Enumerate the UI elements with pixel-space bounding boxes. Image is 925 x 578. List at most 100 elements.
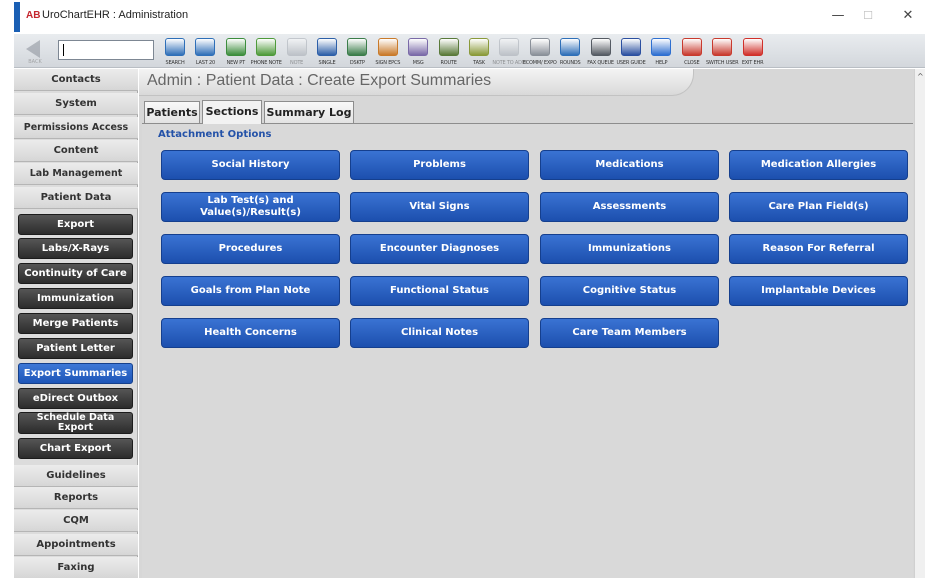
text-caret <box>63 44 64 56</box>
sidebar-subitem-chart-export[interactable]: Chart Export <box>18 438 133 459</box>
maximize-button[interactable]: ☐ <box>858 7 878 25</box>
option-procedures-button[interactable]: Procedures <box>161 234 340 264</box>
tab-patients[interactable]: Patients <box>144 101 200 123</box>
rounds-icon <box>560 38 581 56</box>
option-social-history-button[interactable]: Social History <box>161 150 340 180</box>
toolbar-button-label: LAST 20 <box>195 60 215 66</box>
option-medications-button[interactable]: Medications <box>540 150 719 180</box>
toolbar-route-button[interactable]: ROUTE <box>434 36 464 66</box>
sidebar-item-lab-management[interactable]: Lab Management <box>14 163 138 185</box>
title-accent-bar <box>14 2 20 32</box>
sidebar-item-system[interactable]: System <box>14 93 138 115</box>
sidebar-subitem-patient-letter[interactable]: Patient Letter <box>18 338 133 359</box>
toolbar-user-guide-button[interactable]: USER GUIDE <box>616 36 646 66</box>
toolbar-ecomm-export-button[interactable]: ECOMM/ EXPORT <box>523 36 557 66</box>
toolbar-button-label: PHONE NOTE <box>250 60 282 66</box>
option-reason-for-referral-button[interactable]: Reason For Referral <box>729 234 908 264</box>
patient-search-input[interactable] <box>58 40 154 60</box>
back-label: BACK <box>28 59 42 65</box>
sidebar-subitem-merge-patients[interactable]: Merge Patients <box>18 313 133 334</box>
option-implantable-devices-button[interactable]: Implantable Devices <box>729 276 908 306</box>
sidebar-subitem-edirect-outbox[interactable]: eDirect Outbox <box>18 388 133 409</box>
new-patient-icon <box>225 38 246 56</box>
sidebar-item-guidelines[interactable]: Guidelines <box>14 465 138 487</box>
admin-sidebar: Contacts System Permissions Access Content L… <box>14 69 138 578</box>
sidebar-item-patient-data[interactable]: Patient Data <box>14 187 138 209</box>
toolbar-button-label: ROUNDS <box>559 60 581 66</box>
close-window-button[interactable]: ✕ <box>898 7 918 25</box>
option-lab-test-s-and-value-s-result-s-button[interactable]: Lab Test(s) and Value(s)/Result(s) <box>161 192 340 222</box>
option-vital-signs-button[interactable]: Vital Signs <box>350 192 529 222</box>
toolbar-button-label: NEW PT <box>226 60 246 66</box>
toolbar-task-button[interactable]: TASK <box>464 36 494 66</box>
sidebar-item-permissions-access[interactable]: Permissions Access <box>14 117 138 139</box>
main-content: Admin : Patient Data : Create Export Sum… <box>139 69 914 578</box>
option-health-concerns-button[interactable]: Health Concerns <box>161 318 340 348</box>
sidebar-subitem-schedule-data-export[interactable]: Schedule Data Export <box>18 412 133 434</box>
vertical-scrollbar[interactable]: ^ <box>914 69 925 578</box>
sidebar-item-faxing[interactable]: Faxing <box>14 557 138 578</box>
toolbar-msg-button[interactable]: MSG <box>403 36 433 66</box>
toolbar-new-pt-button[interactable]: NEW PT <box>221 36 251 66</box>
toolbar-search-button[interactable]: SEARCH <box>160 36 190 66</box>
toolbar-close-button[interactable]: CLOSE <box>677 36 707 66</box>
sidebar-subitem-continuity-of-care[interactable]: Continuity of Care <box>18 263 133 284</box>
sidebar-subitem-export-summaries[interactable]: Export Summaries <box>18 363 133 384</box>
sidebar-subitem-labs-x-rays[interactable]: Labs/X-Rays <box>18 238 133 259</box>
toolbar-sign-epcs-button[interactable]: SIGN EPCS <box>373 36 403 66</box>
toolbar-fax-queue-button[interactable]: FAX QUEUE <box>586 36 616 66</box>
toolbar-button-label: SWITCH USER <box>705 60 739 66</box>
close-chart-icon <box>681 38 702 56</box>
option-care-plan-field-s-button[interactable]: Care Plan Field(s) <box>729 192 908 222</box>
option-encounter-diagnoses-button[interactable]: Encounter Diagnoses <box>350 234 529 264</box>
attachment-options-label: Attachment Options <box>158 129 272 140</box>
toolbar-note-button[interactable]: NOTE <box>282 36 312 66</box>
sidebar-item-appointments[interactable]: Appointments <box>14 534 138 556</box>
back-button[interactable]: BACK <box>18 36 52 66</box>
export-icon <box>529 38 550 56</box>
page-header: Admin : Patient Data : Create Export Sum… <box>139 69 694 96</box>
toolbar-help-button[interactable]: HELP <box>646 36 676 66</box>
sidebar-item-reports[interactable]: Reports <box>14 487 138 509</box>
option-medication-allergies-button[interactable]: Medication Allergies <box>729 150 908 180</box>
desktop-icon <box>347 38 368 56</box>
toolbar-exit-ehr-button[interactable]: EXIT EHR <box>738 36 768 66</box>
option-clinical-notes-button[interactable]: Clinical Notes <box>350 318 529 348</box>
toolbar-phone-note-button[interactable]: PHONE NOTE <box>250 36 282 66</box>
tab-sections[interactable]: Sections <box>202 100 262 124</box>
sidebar-item-content[interactable]: Content <box>14 140 138 162</box>
sidebar-item-cqm[interactable]: CQM <box>14 510 138 532</box>
tab-summary-log[interactable]: Summary Log <box>264 101 354 123</box>
option-problems-button[interactable]: Problems <box>350 150 529 180</box>
note-to-admin-icon <box>499 38 520 56</box>
sidebar-item-contacts[interactable]: Contacts <box>14 69 138 91</box>
last-20-icon <box>195 38 216 56</box>
toolbar-dsktp-button[interactable]: DSKTP <box>342 36 372 66</box>
app-logo: AB <box>26 10 41 21</box>
toolbar-button-label: TASK <box>473 60 485 66</box>
option-immunizations-button[interactable]: Immunizations <box>540 234 719 264</box>
toolbar-button-label: FAX QUEUE <box>587 60 614 66</box>
sidebar-subitem-immunization[interactable]: Immunization <box>18 288 133 309</box>
option-goals-from-plan-note-button[interactable]: Goals from Plan Note <box>161 276 340 306</box>
route-icon <box>438 38 459 56</box>
search-patient-icon <box>165 38 185 56</box>
back-arrow-icon <box>26 40 40 58</box>
option-care-team-members-button[interactable]: Care Team Members <box>540 318 719 348</box>
toolbar-note-to-admin-button[interactable]: NOTE TO ADMIN <box>492 36 526 66</box>
minimize-button[interactable]: — <box>828 7 848 25</box>
fax-queue-icon <box>590 38 611 56</box>
sidebar-subitem-export[interactable]: Export <box>18 214 133 235</box>
toolbar-single-button[interactable]: SINGLE <box>312 36 342 66</box>
toolbar-rounds-button[interactable]: ROUNDS <box>555 36 585 66</box>
toolbar-last-20-button[interactable]: LAST 20 <box>190 36 220 66</box>
scroll-up-icon[interactable]: ^ <box>917 72 924 81</box>
toolbar-switch-user-button[interactable]: SWITCH USER <box>705 36 739 66</box>
toolbar-button-label: SIGN EPCS <box>375 60 401 66</box>
toolbar: BACK SEARCH LAST 20 NEW PT PHONE NOTE NOTE SI… <box>14 34 925 68</box>
option-functional-status-button[interactable]: Functional Status <box>350 276 529 306</box>
option-cognitive-status-button[interactable]: Cognitive Status <box>540 276 719 306</box>
user-guide-icon <box>621 38 641 56</box>
option-assessments-button[interactable]: Assessments <box>540 192 719 222</box>
toolbar-button-label: NOTE <box>290 60 304 66</box>
